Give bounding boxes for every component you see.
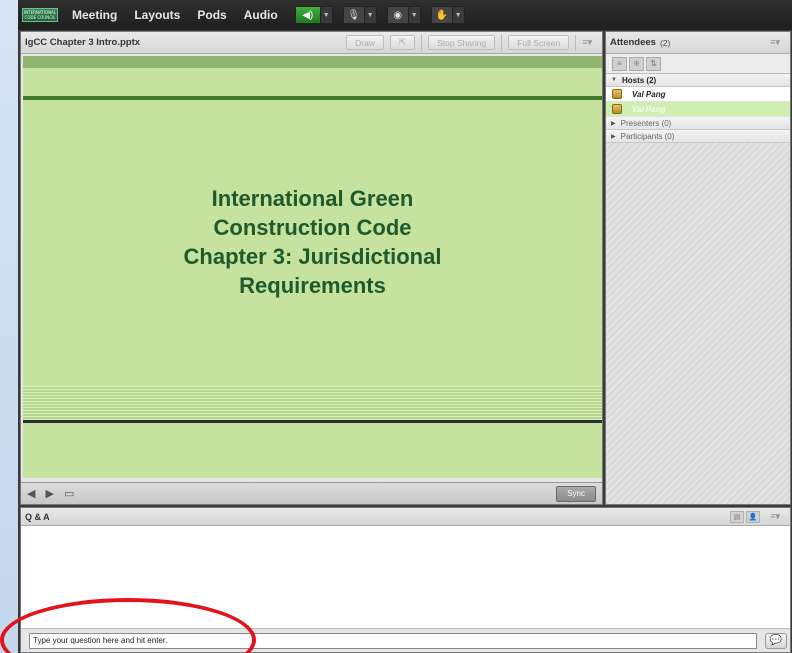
full-screen-button[interactable]: Full Screen xyxy=(508,35,570,50)
qa-input-bar: 💬 xyxy=(21,628,790,652)
slide-thumbnails-icon[interactable]: ▭ xyxy=(64,487,74,500)
sync-button[interactable]: Sync xyxy=(556,485,596,502)
slide-title-line: International Green xyxy=(211,186,414,211)
question-input[interactable] xyxy=(29,632,757,649)
webcam-icon[interactable]: ◉ xyxy=(386,6,409,24)
attendee-view-bar: ≡ ⁜ ⇅ xyxy=(606,54,790,74)
divider xyxy=(421,34,423,51)
qa-header: Q & A ▤ 👤 ≡▾ xyxy=(21,508,790,526)
menubar: INTERNATIONAL CODE COUNCIL Meeting Layou… xyxy=(18,0,792,30)
caret-down-icon: ▼ xyxy=(611,77,617,83)
pod-menu-icon[interactable]: ≡▾ xyxy=(770,37,780,48)
qa-filter-icon[interactable]: 👤 xyxy=(746,510,761,523)
caret-right-icon: ▶ xyxy=(611,133,616,140)
microphone-dropdown[interactable]: ▼ xyxy=(364,6,377,24)
qa-question-list xyxy=(21,526,790,630)
menu-meeting[interactable]: Meeting xyxy=(72,8,117,22)
prev-slide-icon[interactable]: ◀ xyxy=(27,487,35,500)
group-hosts[interactable]: ▼ Hosts (2) xyxy=(606,74,790,87)
menu-audio[interactable]: Audio xyxy=(244,8,278,22)
divider xyxy=(501,34,503,51)
webcam-dropdown[interactable]: ▼ xyxy=(408,6,421,24)
pod-menu-icon[interactable]: ≡▾ xyxy=(770,511,780,522)
list-view-icon[interactable]: ≡ xyxy=(612,56,627,71)
share-pod-title: IgCC Chapter 3 Intro.pptx xyxy=(25,37,141,48)
status-dropdown[interactable]: ▼ xyxy=(452,6,465,24)
slide-top-band xyxy=(23,56,602,68)
speaker-dropdown[interactable]: ▼ xyxy=(320,6,333,24)
pointer-icon: ⇱ xyxy=(398,37,407,47)
logo-text: INTERNATIONAL CODE COUNCIL xyxy=(23,10,57,20)
slide-rule-top xyxy=(23,96,602,100)
share-pod-footer: ◀ ▶ ▭ Sync xyxy=(21,482,602,504)
slide-content: International Green Construction Code Ch… xyxy=(23,56,602,478)
pod-menu-icon[interactable]: ≡▾ xyxy=(582,37,592,48)
slide-title-line: Construction Code xyxy=(213,215,412,240)
share-pod-header: IgCC Chapter 3 Intro.pptx Draw ⇱ Stop Sh… xyxy=(21,32,602,54)
attendees-title: Attendees xyxy=(610,37,656,48)
breakout-view-icon[interactable]: ⁜ xyxy=(629,56,644,71)
slide-stripes xyxy=(23,386,602,422)
raise-hand-icon[interactable]: ✋ xyxy=(430,6,453,24)
attendee-name: Val Pang xyxy=(632,89,666,99)
microphone-icon[interactable]: 🎙 xyxy=(342,6,365,24)
qa-title: Q & A xyxy=(25,511,50,522)
divider xyxy=(575,34,577,51)
sort-icon[interactable]: ⇅ xyxy=(646,56,661,71)
speaker-icon[interactable]: ◀) xyxy=(294,6,321,24)
qa-view-icon[interactable]: ▤ xyxy=(730,510,745,523)
icc-logo: INTERNATIONAL CODE COUNCIL xyxy=(22,8,58,22)
group-presenters[interactable]: ▶ Presenters (0) xyxy=(606,117,790,130)
next-slide-icon[interactable]: ▶ xyxy=(45,487,53,500)
host-icon xyxy=(612,104,622,114)
stop-sharing-button[interactable]: Stop Sharing xyxy=(428,35,496,50)
slide-rule-bottom xyxy=(23,420,602,423)
attendee-name: Val Pang xyxy=(632,104,666,114)
menu-layouts[interactable]: Layouts xyxy=(134,8,180,22)
slide-title-line: Chapter 3: Jurisdictional xyxy=(183,244,442,269)
speaker-control: ◀) ▼ xyxy=(294,6,333,24)
attendees-count: (2) xyxy=(659,37,671,48)
draw-button[interactable]: Draw xyxy=(346,35,384,50)
group-label: Presenters (0) xyxy=(620,118,672,128)
group-label: Participants (0) xyxy=(620,131,675,141)
attendee-row-selected[interactable]: Val Pang xyxy=(606,102,790,117)
caret-right-icon: ▶ xyxy=(611,120,616,127)
group-label: Hosts (2) xyxy=(621,75,657,85)
menu-pods[interactable]: Pods xyxy=(197,8,226,22)
send-button[interactable]: 💬 xyxy=(765,632,787,649)
attendee-row[interactable]: Val Pang xyxy=(606,87,790,102)
connect-app: INTERNATIONAL CODE COUNCIL Meeting Layou… xyxy=(18,0,792,653)
attendees-pod: Attendees (2) ≡▾ ≡ ⁜ ⇅ ▼ Hosts (2) Val P… xyxy=(605,31,791,505)
speech-bubble-icon: 💬 xyxy=(769,635,783,646)
pointer-button[interactable]: ⇱ xyxy=(389,35,416,50)
slide-title: International Green Construction Code Ch… xyxy=(23,184,602,300)
host-icon xyxy=(612,89,622,99)
qa-pod: Q & A ▤ 👤 ≡▾ 💬 xyxy=(20,507,791,653)
slide-title-line: Requirements xyxy=(239,273,386,298)
microphone-control: 🎙 ▼ xyxy=(342,6,377,24)
status-control: ✋ ▼ xyxy=(430,6,465,24)
share-pod: IgCC Chapter 3 Intro.pptx Draw ⇱ Stop Sh… xyxy=(20,31,603,505)
attendees-header: Attendees (2) ≡▾ xyxy=(606,32,790,54)
group-participants[interactable]: ▶ Participants (0) xyxy=(606,130,790,143)
webcam-control: ◉ ▼ xyxy=(386,6,421,24)
